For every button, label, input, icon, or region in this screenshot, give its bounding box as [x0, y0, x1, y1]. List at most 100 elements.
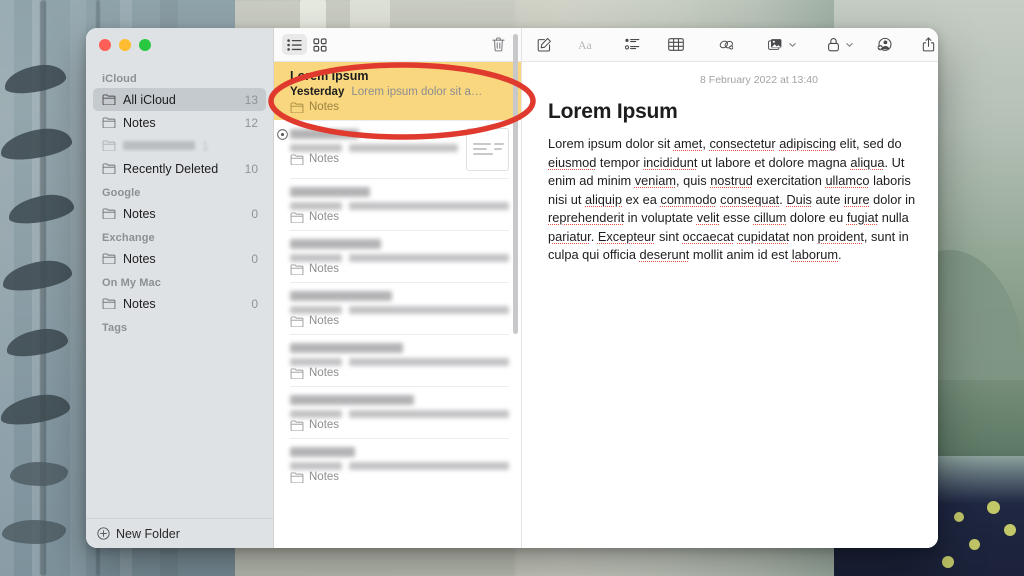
note-row: Notes	[290, 126, 509, 171]
folder-icon	[290, 211, 304, 223]
sidebar-item-count: 0	[251, 251, 258, 266]
note-item-title	[290, 395, 414, 405]
chevron-down-icon[interactable]	[845, 40, 854, 49]
note-list-item[interactable]: Notes	[274, 282, 521, 334]
note-list-item[interactable]: Notes	[274, 334, 521, 386]
list-view-button[interactable]	[282, 34, 307, 55]
checklist-button[interactable]	[618, 34, 646, 56]
note-item-folder: Notes	[290, 419, 509, 431]
note-title[interactable]: Lorem Ipsum	[548, 100, 938, 124]
notes-scroll-area[interactable]: Lorem Ipsum Yesterday Lorem ipsum dolor si…	[274, 62, 521, 548]
format-text-button[interactable]: Aa	[574, 34, 602, 56]
note-body-text[interactable]: Lorem ipsum dolor sit amet, consectetur …	[548, 135, 920, 265]
note-item-subline	[290, 144, 458, 152]
note-item-snippet	[349, 306, 509, 314]
collaborate-button[interactable]	[870, 34, 898, 56]
new-folder-button[interactable]: New Folder	[86, 518, 273, 548]
delete-note-button[interactable]	[486, 34, 511, 55]
sidebar-item-count: 0	[251, 206, 258, 221]
lock-button[interactable]	[819, 34, 847, 56]
sidebar: iCloud All iCloud 13 Notes 12 1 Recently Delet…	[86, 28, 273, 548]
lock-note-control[interactable]	[819, 34, 854, 56]
note-list-item[interactable]: Notes	[274, 386, 521, 438]
note-item-folder: Notes	[290, 211, 509, 223]
sidebar-item-label: Recently Deleted	[123, 161, 219, 176]
note-list-item[interactable]: Notes	[274, 120, 521, 178]
folder-icon	[102, 140, 116, 151]
note-item-date	[290, 462, 342, 470]
note-list-item[interactable]: Notes	[274, 438, 521, 490]
note-text-block: Notes	[290, 392, 509, 431]
collaborate-icon	[877, 37, 892, 51]
note-item-date: Yesterday	[290, 86, 345, 98]
note-item-subline	[290, 410, 509, 418]
note-item-date	[290, 202, 342, 210]
sidebar-item-label: Notes	[123, 296, 156, 311]
media-button[interactable]	[762, 34, 790, 56]
sidebar-item-notes[interactable]: Notes 0	[93, 247, 266, 270]
notes-list-scrollbar[interactable]	[513, 34, 518, 334]
new-folder-label: New Folder	[116, 526, 180, 541]
sidebar-item-count: 13	[244, 92, 258, 107]
notes-list-toolbar	[274, 28, 521, 62]
note-row: Notes	[290, 184, 509, 223]
note-text-block: Notes	[290, 340, 509, 379]
note-item-snippet	[349, 358, 509, 366]
note-item-folder: Notes	[290, 367, 509, 379]
note-list-item-selected[interactable]: Lorem Ipsum Yesterday Lorem ipsum dolor si…	[274, 62, 521, 120]
note-content[interactable]: 8 February 2022 at 13:40 Lorem Ipsum Lor…	[522, 62, 938, 548]
note-row: Notes	[290, 236, 509, 275]
insert-media-control[interactable]	[762, 34, 797, 56]
sidebar-item-notes[interactable]: Notes 0	[93, 292, 266, 315]
note-item-title: Lorem Ipsum	[290, 69, 369, 83]
note-item-subline	[290, 306, 509, 314]
media-icon	[767, 38, 781, 50]
sidebar-item-redacted[interactable]: 1	[93, 134, 266, 157]
share-button[interactable]	[914, 34, 938, 56]
sidebar-item-recently-deleted[interactable]: Recently Deleted 10	[93, 157, 266, 180]
sidebar-item-notes[interactable]: Notes 12	[93, 111, 266, 134]
sidebar-item-all-icloud[interactable]: All iCloud 13	[93, 88, 266, 111]
compose-note-button[interactable]	[530, 34, 558, 56]
note-item-folder: Notes	[290, 471, 509, 483]
sidebar-item-notes[interactable]: Notes 0	[93, 202, 266, 225]
note-item-snippet	[349, 254, 509, 262]
insert-table-button[interactable]	[662, 34, 690, 56]
chevron-down-icon[interactable]	[788, 40, 797, 49]
note-row: Notes	[290, 392, 509, 431]
note-list-item[interactable]: Notes	[274, 230, 521, 282]
note-row: Notes	[290, 340, 509, 379]
folder-icon	[102, 163, 116, 174]
add-link-button[interactable]	[712, 34, 740, 56]
gallery-view-button[interactable]	[307, 34, 332, 55]
svg-text:Aa: Aa	[578, 38, 593, 52]
note-editor-pane: Aa 8 February 2022 at 13:40 Lorem Ipsum …	[521, 28, 938, 548]
folder-icon	[290, 471, 304, 483]
note-date-header: 8 February 2022 at 13:40	[700, 74, 818, 86]
note-item-folder: Notes	[290, 315, 509, 327]
note-item-title	[290, 129, 359, 139]
close-button[interactable]	[99, 39, 111, 51]
sidebar-item-count: 12	[244, 115, 258, 130]
wallpaper-dot	[942, 556, 954, 568]
wallpaper-dot	[969, 539, 980, 550]
note-item-subline	[290, 202, 509, 210]
note-item-folder: Notes	[290, 153, 458, 165]
folder-icon	[290, 419, 304, 431]
note-list-item[interactable]: Notes	[274, 178, 521, 230]
sidebar-group-title: Exchange	[102, 232, 155, 244]
sidebar-scroll-area[interactable]: iCloud All iCloud 13 Notes 12 1 Recently Delet…	[86, 62, 273, 518]
trash-icon	[492, 37, 505, 52]
sidebar-item-label: All iCloud	[123, 92, 176, 107]
zoom-button[interactable]	[139, 39, 151, 51]
note-item-date	[290, 358, 342, 366]
note-item-title	[290, 187, 370, 197]
folder-icon	[102, 253, 116, 264]
sidebar-group-title: On My Mac	[102, 277, 161, 289]
checklist-icon	[624, 38, 639, 50]
note-item-folder-label: Notes	[309, 101, 340, 113]
note-item-snippet	[349, 410, 509, 418]
note-item-snippet	[349, 462, 509, 470]
folder-icon	[290, 315, 304, 327]
minimize-button[interactable]	[119, 39, 131, 51]
